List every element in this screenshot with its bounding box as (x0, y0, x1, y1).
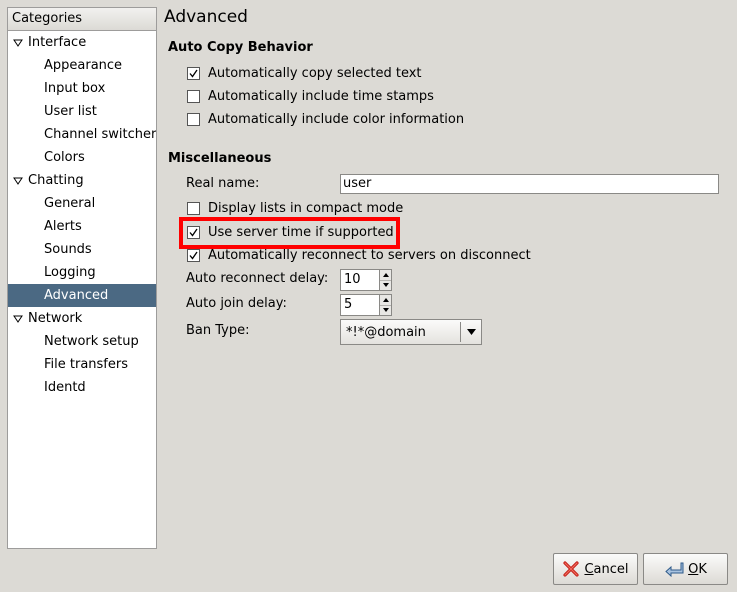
checkbox-label: Automatically copy selected text (208, 65, 422, 81)
expander-down-icon[interactable] (12, 31, 24, 54)
label-rest: K (698, 561, 707, 577)
reconnect-delay-spinner[interactable]: 10 (340, 269, 392, 291)
tree-item-label: Input box (44, 81, 106, 96)
expander-down-icon[interactable] (12, 169, 24, 192)
auto-copy-heading: Auto Copy Behavior (168, 40, 313, 55)
cancel-x-icon (562, 560, 580, 578)
tree-item-sounds[interactable]: Sounds (8, 238, 156, 261)
auto-color-info-checkbox[interactable]: Automatically include color information (187, 110, 464, 128)
cancel-button[interactable]: Cancel (553, 553, 638, 585)
checkbox-label: Automatically reconnect to servers on di… (208, 247, 531, 263)
tree-item-label: Alerts (44, 219, 82, 234)
tree-item-identd[interactable]: Identd (8, 376, 156, 399)
ok-button-label: OK (688, 562, 707, 577)
server-time-checkbox[interactable]: Use server time if supported (187, 223, 394, 241)
checkbox-label: Automatically include time stamps (208, 88, 434, 104)
checkbox-unchecked-icon[interactable] (187, 89, 200, 103)
categories-tree: Categories Interface Appearance Input bo… (7, 7, 157, 549)
checkbox-label: Display lists in compact mode (208, 200, 404, 216)
tree-item-label: Chatting (28, 173, 84, 188)
enter-arrow-icon (664, 561, 684, 577)
page-title: Advanced (164, 7, 248, 27)
tree-item-general[interactable]: General (8, 192, 156, 215)
tree-item-advanced[interactable]: Advanced (8, 284, 156, 307)
tree-item-label: Channel switcher (44, 127, 157, 142)
tree-item-appearance[interactable]: Appearance (8, 54, 156, 77)
tree-item-network-setup[interactable]: Network setup (8, 330, 156, 353)
tree-item-label: Network (28, 311, 83, 326)
checkbox-checked-icon[interactable] (187, 248, 200, 262)
spin-up-icon[interactable] (380, 295, 391, 305)
tree-item-alerts[interactable]: Alerts (8, 215, 156, 238)
tree-item-chatting[interactable]: Chatting (8, 169, 156, 192)
real-name-label: Real name: (186, 176, 260, 191)
tree-item-network[interactable]: Network (8, 307, 156, 330)
expander-down-icon[interactable] (12, 307, 24, 330)
auto-copy-selected-checkbox[interactable]: Automatically copy selected text (187, 64, 422, 82)
tree-item-colors[interactable]: Colors (8, 146, 156, 169)
ban-type-label: Ban Type: (186, 323, 250, 338)
tree-item-label: User list (44, 104, 97, 119)
checkbox-checked-icon[interactable] (187, 225, 200, 239)
cancel-button-label: Cancel (584, 562, 628, 577)
tree-item-input-box[interactable]: Input box (8, 77, 156, 100)
tree-item-label: Logging (44, 265, 96, 280)
join-delay-spinner[interactable]: 5 (340, 294, 392, 316)
checkbox-label: Use server time if supported (208, 224, 394, 240)
real-name-input[interactable]: user (340, 174, 719, 194)
tree-item-file-transfers[interactable]: File transfers (8, 353, 156, 376)
chevron-down-icon[interactable] (461, 329, 481, 335)
dropdown-value: *!*@domain (346, 324, 426, 340)
ok-button[interactable]: OK (643, 553, 728, 585)
join-delay-label: Auto join delay: (186, 296, 287, 311)
tree-item-label: Network setup (44, 334, 139, 349)
tree-item-user-list[interactable]: User list (8, 100, 156, 123)
tree-item-interface[interactable]: Interface (8, 31, 156, 54)
spin-down-icon[interactable] (380, 304, 391, 316)
checkbox-unchecked-icon[interactable] (187, 112, 200, 126)
spin-up-icon[interactable] (380, 270, 391, 280)
tree-item-label: General (44, 196, 96, 211)
tree-item-label: File transfers (44, 357, 128, 372)
tree-item-label: Interface (28, 35, 87, 50)
tree-item-label: Identd (44, 380, 86, 395)
tree-item-label: Colors (44, 150, 85, 165)
mnemonic: O (688, 561, 699, 577)
reconnect-delay-label: Auto reconnect delay: (186, 271, 329, 286)
ban-type-dropdown[interactable]: *!*@domain (340, 319, 482, 345)
auto-timestamps-checkbox[interactable]: Automatically include time stamps (187, 87, 434, 105)
tree-item-label: Appearance (44, 58, 123, 73)
checkbox-unchecked-icon[interactable] (187, 201, 200, 215)
tree-item-channel-switcher[interactable]: Channel switcher (8, 123, 156, 146)
mnemonic: C (584, 561, 594, 577)
spin-down-icon[interactable] (380, 279, 391, 291)
misc-heading: Miscellaneous (168, 151, 272, 166)
categories-header[interactable]: Categories (8, 8, 156, 31)
checkbox-label: Automatically include color information (208, 111, 465, 127)
tree-item-label: Advanced (44, 288, 109, 303)
tree-item-logging[interactable]: Logging (8, 261, 156, 284)
auto-reconnect-checkbox[interactable]: Automatically reconnect to servers on di… (187, 246, 531, 264)
label-rest: ancel (593, 561, 629, 577)
checkbox-checked-icon[interactable] (187, 66, 200, 80)
tree-item-label: Sounds (44, 242, 92, 257)
compact-lists-checkbox[interactable]: Display lists in compact mode (187, 199, 403, 217)
spinner-value[interactable]: 10 (341, 270, 379, 290)
spinner-value[interactable]: 5 (341, 295, 379, 315)
